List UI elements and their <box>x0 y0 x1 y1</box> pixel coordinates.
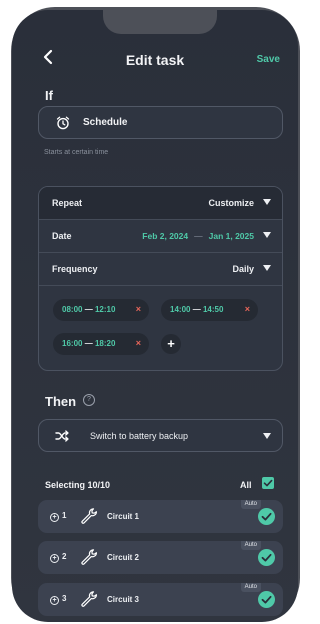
circuit-index[interactable]: +1 <box>50 511 66 522</box>
remove-range-icon[interactable]: × <box>136 304 141 314</box>
help-icon[interactable]: ? <box>83 394 95 406</box>
caret-down-icon <box>263 433 271 439</box>
trigger-hint: Starts at certain time <box>44 149 109 156</box>
alarm-clock-icon <box>56 116 70 130</box>
repeat-row[interactable]: Repeat Customize <box>39 187 282 220</box>
frequency-row[interactable]: Frequency Daily <box>39 253 282 286</box>
time-end: 12:10 <box>94 305 116 314</box>
circuit-row[interactable]: +3 Circuit 3 Auto <box>38 583 283 616</box>
circuit-checkbox[interactable] <box>258 549 275 566</box>
select-all-label: All <box>240 480 252 490</box>
schedule-card: Repeat Customize Date Feb 2, 2024 — Jan 1,… <box>38 186 283 371</box>
add-circle-icon: + <box>50 596 59 605</box>
frequency-label: Frequency <box>52 264 98 274</box>
time-range-chip[interactable]: 16:00 — 18:20 × <box>53 333 149 355</box>
time-separator: — <box>84 339 93 348</box>
screen: Edit task Save If Schedule Starts at cer… <box>12 10 298 622</box>
add-circle-icon: + <box>50 513 59 522</box>
wrench-icon <box>81 591 98 607</box>
action-select[interactable]: Switch to battery backup <box>38 419 283 452</box>
circuit-name: Circuit 2 <box>107 553 140 562</box>
time-start: 14:00 <box>170 305 191 314</box>
save-button[interactable]: Save <box>257 54 280 65</box>
time-range-chip[interactable]: 08:00 — 12:10 × <box>53 299 149 321</box>
repeat-value: Customize <box>208 198 254 208</box>
circuit-name: Circuit 3 <box>107 595 140 604</box>
auto-badge: Auto <box>240 500 261 509</box>
time-end: 18:20 <box>94 339 116 348</box>
add-time-range-button[interactable]: + <box>161 334 181 354</box>
date-start: Feb 2, 2024 <box>142 231 189 241</box>
date-row[interactable]: Date Feb 2, 2024 — Jan 1, 2025 <box>39 220 282 253</box>
select-all-checkbox[interactable] <box>262 477 274 489</box>
circuit-checkbox[interactable] <box>258 591 275 608</box>
date-label: Date <box>52 231 72 241</box>
remove-range-icon[interactable]: × <box>136 338 141 348</box>
frequency-value: Daily <box>232 264 254 274</box>
repeat-label: Repeat <box>52 198 83 208</box>
circuit-checkbox[interactable] <box>258 508 275 525</box>
date-end: Jan 1, 2025 <box>208 231 254 241</box>
time-end: 14:50 <box>202 305 224 314</box>
time-separator: — <box>84 305 93 314</box>
time-start: 16:00 <box>62 339 83 348</box>
circuit-name: Circuit 1 <box>107 512 140 521</box>
add-circle-icon: + <box>50 554 59 563</box>
then-section-title: Then <box>45 394 77 409</box>
shuffle-icon <box>55 430 69 442</box>
time-range-chip[interactable]: 14:00 — 14:50 × <box>161 299 258 321</box>
selection-count: Selecting 10/10 <box>45 480 111 490</box>
caret-down-icon <box>263 265 271 271</box>
action-label: Switch to battery backup <box>90 431 189 441</box>
circuit-row[interactable]: +1 Circuit 1 Auto <box>38 500 283 533</box>
page-title: Edit task <box>125 52 185 68</box>
caret-down-icon <box>263 199 271 205</box>
auto-badge: Auto <box>240 583 261 592</box>
wrench-icon <box>81 549 98 565</box>
auto-badge: Auto <box>240 541 261 550</box>
if-section-title: If <box>45 88 53 103</box>
trigger-label: Schedule <box>83 117 128 128</box>
remove-range-icon[interactable]: × <box>245 304 250 314</box>
circuit-index[interactable]: +3 <box>50 594 66 605</box>
time-start: 08:00 <box>62 305 83 314</box>
caret-down-icon <box>263 232 271 238</box>
notch <box>103 10 217 34</box>
trigger-select[interactable]: Schedule <box>38 106 283 139</box>
wrench-icon <box>81 508 98 524</box>
circuit-index[interactable]: +2 <box>50 552 66 563</box>
date-separator: — <box>194 231 203 241</box>
circuit-row[interactable]: +2 Circuit 2 Auto <box>38 541 283 574</box>
time-separator: — <box>192 305 201 314</box>
date-range: Feb 2, 2024 — Jan 1, 2025 <box>142 231 254 241</box>
